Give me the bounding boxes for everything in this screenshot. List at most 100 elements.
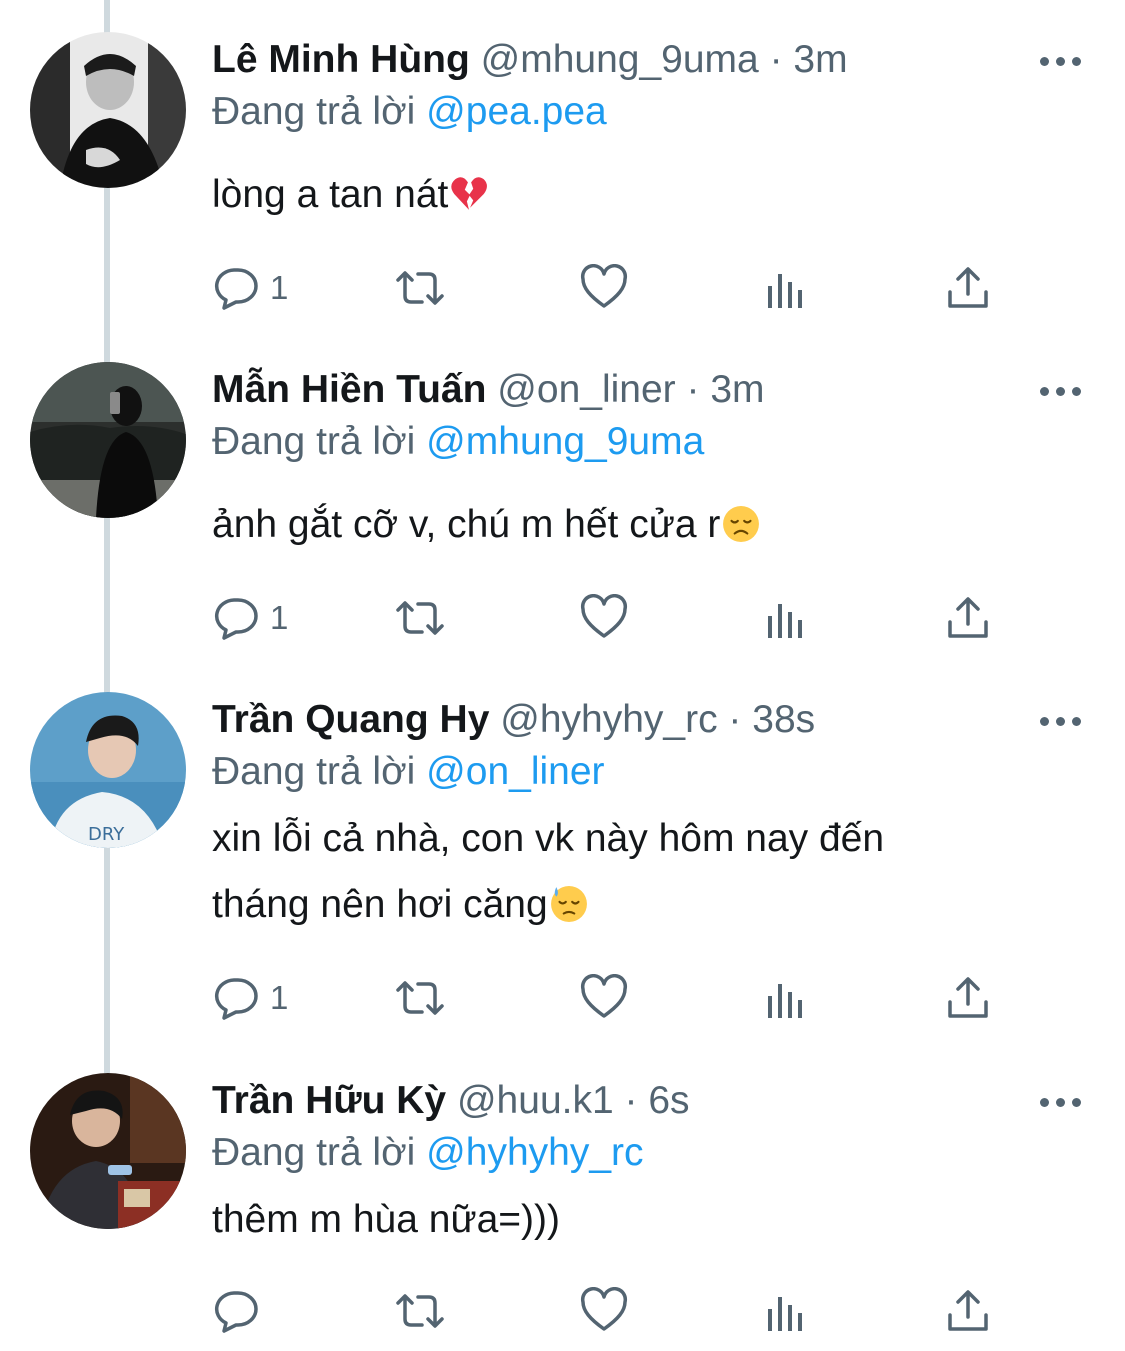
tweet-header: Mẫn Hiền Tuấn @on_liner · 3m: [212, 366, 765, 414]
reply-bubble-icon: [214, 268, 258, 310]
avatar[interactable]: [30, 1073, 186, 1229]
reply-count: 1: [270, 599, 289, 636]
display-name[interactable]: Trần Quang Hy: [212, 698, 489, 741]
tweet-text: thêm m hùa nữa=))): [212, 1187, 560, 1253]
mention-link[interactable]: @hyhyhy_rc: [426, 1131, 643, 1174]
share-button[interactable]: [946, 594, 990, 642]
display-name[interactable]: Lê Minh Hùng: [212, 38, 470, 81]
display-name[interactable]: Trần Hữu Kỳ: [212, 1079, 446, 1122]
timestamp[interactable]: 38s: [752, 698, 815, 741]
thread-line: [104, 848, 110, 1073]
user-handle[interactable]: @hyhyhy_rc: [500, 698, 717, 741]
more-options-button[interactable]: [1040, 54, 1084, 68]
retweet-button[interactable]: [392, 594, 448, 642]
broken-heart-icon: [451, 177, 488, 210]
action-bar: 1: [212, 264, 1012, 312]
more-dots-icon: [1040, 387, 1049, 396]
views-button[interactable]: [764, 974, 808, 1022]
more-dots-icon: [1040, 1098, 1049, 1107]
more-dots-icon: [1040, 57, 1049, 66]
replying-label: Đang trả lời: [212, 750, 416, 793]
avatar[interactable]: [30, 362, 186, 518]
mention-link[interactable]: @pea.pea: [426, 90, 607, 133]
reply-bubble-icon: [214, 978, 258, 1020]
svg-text:DRY: DRY: [88, 824, 125, 845]
separator: ·: [728, 698, 742, 741]
reply-button[interactable]: 1: [212, 594, 288, 642]
tweet-text-line: thêm m hùa nữa=))): [212, 1198, 560, 1241]
reply-button[interactable]: 1: [212, 974, 288, 1022]
share-button[interactable]: [946, 974, 990, 1022]
reply-count: 1: [270, 979, 289, 1016]
separator: ·: [686, 368, 700, 411]
analytics-bars-icon: [768, 984, 802, 1018]
tweet-text: xin lỗi cả nhà, con vk này hôm nay đến t…: [212, 806, 884, 938]
tweet-text-line: lòng a tan nát: [212, 173, 449, 216]
replying-to: Đang trả lời @on_liner: [212, 748, 605, 796]
replying-label: Đang trả lời: [212, 1131, 416, 1174]
more-options-button[interactable]: [1040, 384, 1084, 398]
analytics-bars-icon: [768, 1297, 802, 1331]
disappointed-face-icon: [723, 506, 760, 542]
action-bar: 1: [212, 594, 1012, 642]
separator: ·: [624, 1079, 638, 1122]
heart-icon: [580, 1287, 628, 1331]
retweet-icon: [396, 1294, 444, 1328]
tweet-text: ảnh gắt cỡ v, chú m hết cửa r: [212, 492, 760, 558]
tweet-header: Trần Quang Hy @hyhyhy_rc · 38s: [212, 696, 815, 744]
replying-to: Đang trả lời @mhung_9uma: [212, 418, 704, 466]
retweet-button[interactable]: [392, 264, 448, 312]
tweet-header: Lê Minh Hùng @mhung_9uma · 3m: [212, 36, 848, 84]
views-button[interactable]: [764, 594, 808, 642]
heart-icon: [580, 974, 628, 1018]
analytics-bars-icon: [768, 274, 802, 308]
downcast-sweat-face-icon: [550, 886, 587, 922]
action-bar: [212, 1287, 1012, 1335]
like-button[interactable]: [580, 264, 628, 312]
tweet-text-line: xin lỗi cả nhà, con vk này hôm nay đến: [212, 817, 885, 860]
more-options-button[interactable]: [1040, 1095, 1084, 1109]
share-upload-icon: [948, 1290, 988, 1331]
replying-to: Đang trả lời @hyhyhy_rc: [212, 1129, 644, 1177]
timestamp[interactable]: 6s: [648, 1079, 689, 1122]
tweet-text: lòng a tan nát: [212, 162, 488, 228]
like-button[interactable]: [580, 974, 628, 1022]
display-name[interactable]: Mẫn Hiền Tuấn: [212, 368, 486, 411]
more-dots-icon: [1040, 717, 1049, 726]
replying-to: Đang trả lời @pea.pea: [212, 88, 607, 136]
share-button[interactable]: [946, 264, 990, 312]
tweet-header: Trần Hữu Kỳ @huu.k1 · 6s: [212, 1077, 690, 1125]
mention-link[interactable]: @on_liner: [426, 750, 604, 793]
share-upload-icon: [948, 267, 988, 308]
views-button[interactable]: [764, 1287, 808, 1335]
retweet-button[interactable]: [392, 1287, 448, 1335]
more-options-button[interactable]: [1040, 714, 1084, 728]
retweet-button[interactable]: [392, 974, 448, 1022]
share-button[interactable]: [946, 1287, 990, 1335]
timestamp[interactable]: 3m: [710, 368, 764, 411]
views-button[interactable]: [764, 264, 808, 312]
heart-icon: [580, 594, 628, 638]
timestamp[interactable]: 3m: [793, 38, 847, 81]
retweet-icon: [396, 981, 444, 1015]
like-button[interactable]: [580, 1287, 628, 1335]
user-handle[interactable]: @on_liner: [497, 368, 675, 411]
share-upload-icon: [948, 977, 988, 1018]
retweet-icon: [396, 601, 444, 635]
like-button[interactable]: [580, 594, 628, 642]
avatar[interactable]: DRY: [30, 692, 186, 848]
user-handle[interactable]: @mhung_9uma: [481, 38, 759, 81]
analytics-bars-icon: [768, 604, 802, 638]
retweet-icon: [396, 271, 444, 305]
replying-label: Đang trả lời: [212, 90, 416, 133]
tweet-text-line: tháng nên hơi căng: [212, 883, 548, 926]
tweet-text-line: ảnh gắt cỡ v, chú m hết cửa r: [212, 503, 721, 546]
heart-icon: [580, 264, 628, 308]
reply-button[interactable]: 1: [212, 264, 288, 312]
avatar[interactable]: [30, 32, 186, 188]
reply-button[interactable]: [212, 1287, 270, 1335]
user-handle[interactable]: @huu.k1: [457, 1079, 614, 1122]
action-bar: 1: [212, 974, 1012, 1022]
replying-label: Đang trả lời: [212, 420, 416, 463]
mention-link[interactable]: @mhung_9uma: [426, 420, 704, 463]
